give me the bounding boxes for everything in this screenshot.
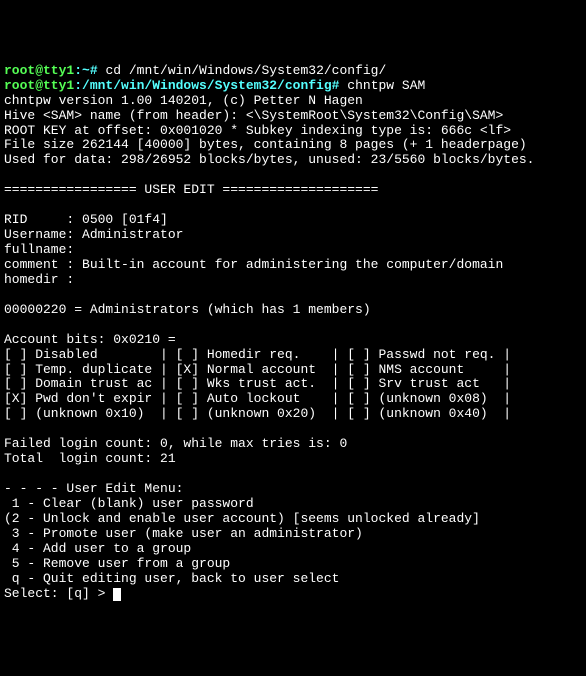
rootkey-line: ROOT KEY at offset: 0x001020 * Subkey in… <box>4 123 511 138</box>
comment-line: comment : Built-in account for administe… <box>4 257 503 272</box>
prompt-path: :/mnt/win/Windows/System32/config <box>74 78 331 93</box>
terminal-output: root@tty1:~# cd /mnt/win/Windows/System3… <box>4 64 582 602</box>
prompt-user: root@tty1 <box>4 63 74 78</box>
menu-item-2: (2 - Unlock and enable user account) [se… <box>4 511 480 526</box>
menu-item-1: 1 - Clear (blank) user password <box>4 496 254 511</box>
bits-header: Account bits: 0x0210 = <box>4 332 176 347</box>
version-line: chntpw version 1.00 140201, (c) Petter N… <box>4 93 363 108</box>
username-line: Username: Administrator <box>4 227 183 242</box>
total-login-line: Total login count: 21 <box>4 451 176 466</box>
menu-item-4: 4 - Add user to a group <box>4 541 191 556</box>
bits-row: [ ] Disabled | [ ] Homedir req. | [ ] Pa… <box>4 347 511 362</box>
rid-line: RID : 0500 [01f4] <box>4 212 168 227</box>
menu-item-5: 5 - Remove user from a group <box>4 556 230 571</box>
menu-item-3: 3 - Promote user (make user an administr… <box>4 526 363 541</box>
homedir-line: homedir : <box>4 272 74 287</box>
prompt-path: :~ <box>74 63 90 78</box>
select-prompt[interactable]: Select: [q] > <box>4 586 113 601</box>
usedfor-line: Used for data: 298/26952 blocks/bytes, u… <box>4 152 535 167</box>
cursor[interactable] <box>113 588 121 601</box>
fullname-line: fullname: <box>4 242 74 257</box>
bits-row: [X] Pwd don't expir | [ ] Auto lockout |… <box>4 391 511 406</box>
membership-line: 00000220 = Administrators (which has 1 m… <box>4 302 371 317</box>
menu-header: - - - - User Edit Menu: <box>4 481 183 496</box>
command-text: chntpw SAM <box>339 78 425 93</box>
prompt-user: root@tty1 <box>4 78 74 93</box>
bits-row: [ ] Domain trust ac | [ ] Wks trust act.… <box>4 376 511 391</box>
hive-line: Hive <SAM> name (from header): <\SystemR… <box>4 108 503 123</box>
failed-login-line: Failed login count: 0, while max tries i… <box>4 436 347 451</box>
filesize-line: File size 262144 [40000] bytes, containi… <box>4 137 527 152</box>
command-text: cd /mnt/win/Windows/System32/config/ <box>98 63 387 78</box>
menu-item-q: q - Quit editing user, back to user sele… <box>4 571 339 586</box>
bits-row: [ ] Temp. duplicate | [X] Normal account… <box>4 362 511 377</box>
bits-row: [ ] (unknown 0x10) | [ ] (unknown 0x20) … <box>4 406 511 421</box>
prompt-hash: # <box>90 63 98 78</box>
separator: ================= USER EDIT ============… <box>4 182 378 197</box>
